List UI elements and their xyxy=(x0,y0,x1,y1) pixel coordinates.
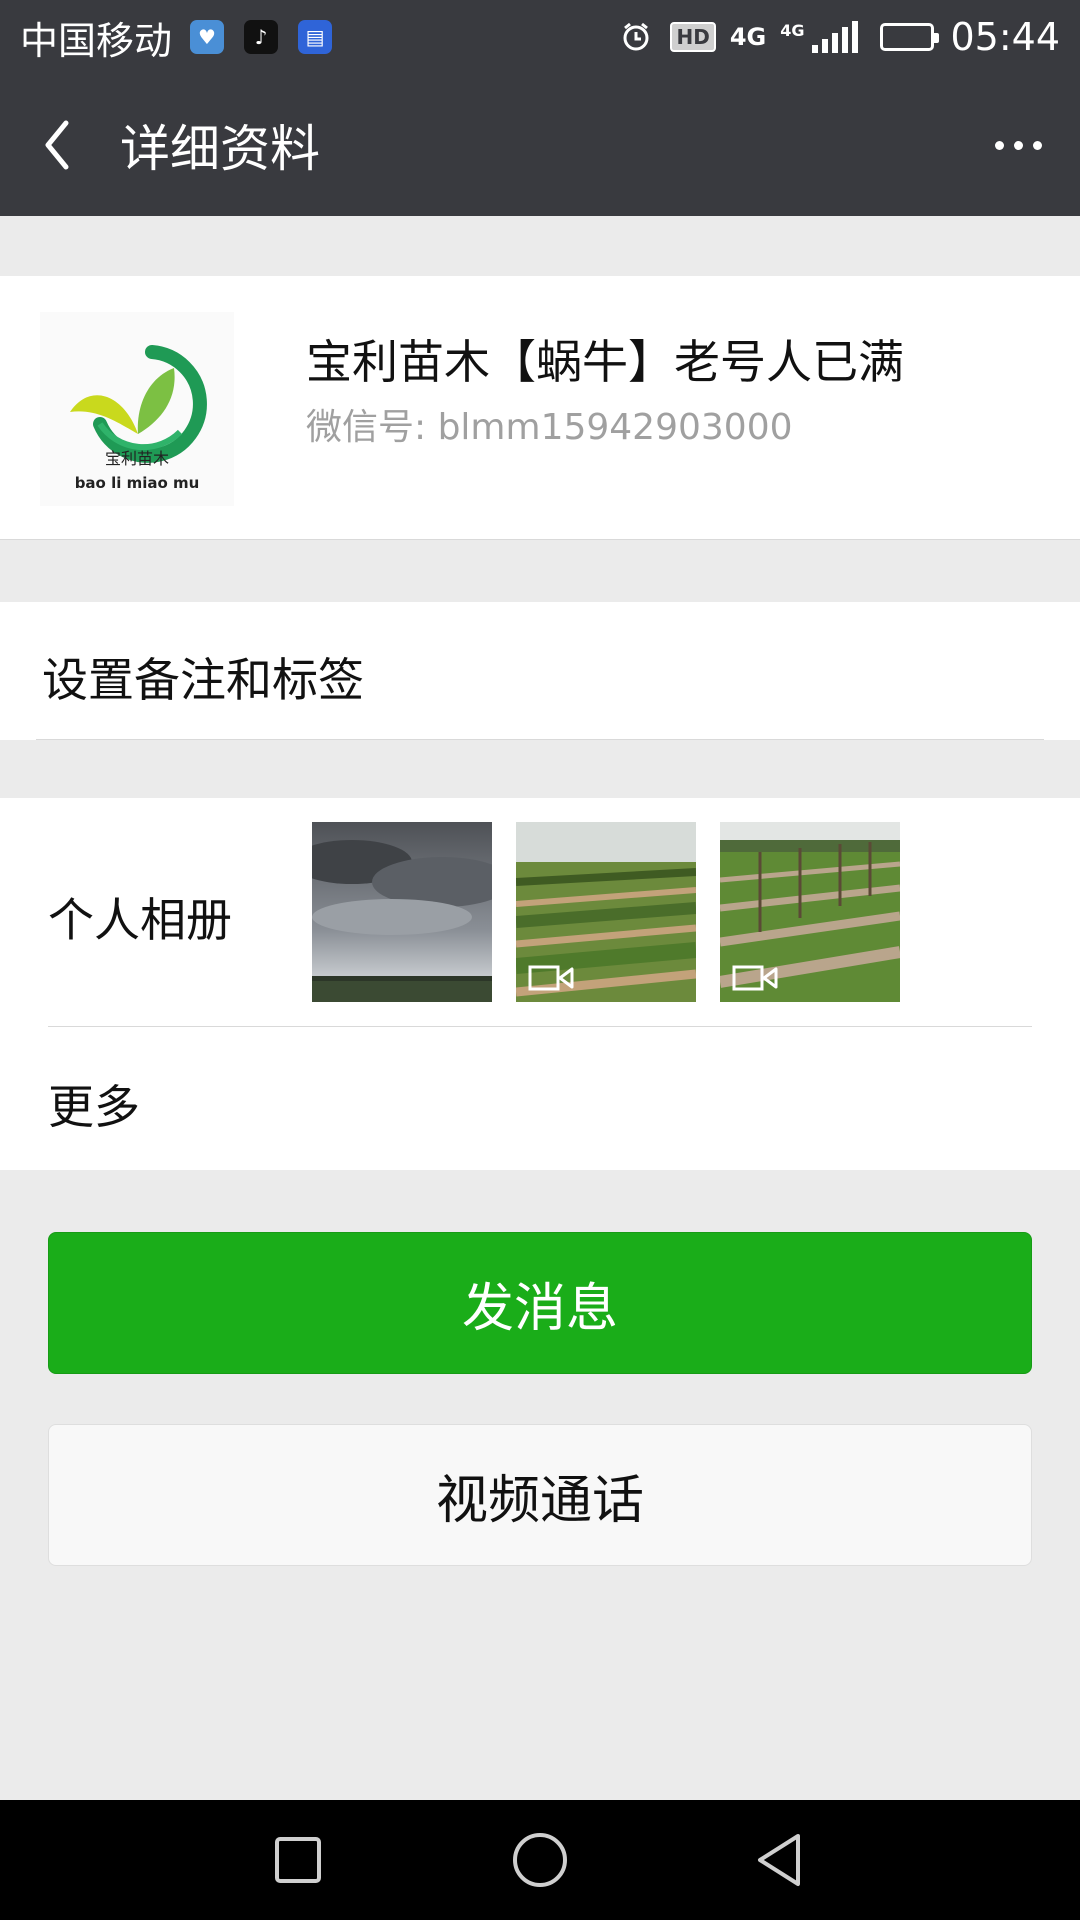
home-button[interactable] xyxy=(500,1830,580,1890)
cloudy-sky-photo xyxy=(312,822,492,1002)
network-4g-small-label: 4G xyxy=(780,21,805,40)
avatar[interactable]: 宝利苗木 bao li miao mu xyxy=(40,312,234,506)
profile-card[interactable]: 宝利苗木 bao li miao mu 宝利苗木【蜗牛】老号人已满 微信号: b… xyxy=(0,276,1080,540)
carrier-label: 中国移动 xyxy=(20,18,173,63)
video-call-button[interactable]: 视频通话 xyxy=(48,1424,1032,1566)
hd-badge: HD xyxy=(670,22,716,52)
recent-apps-icon xyxy=(275,1837,321,1883)
album-section: 个人相册 更多 xyxy=(0,798,1080,1170)
status-right: HD 4G 4G 05:44 xyxy=(602,15,1060,59)
logo-leaf-icon: 宝利苗木 bao li miao mu xyxy=(40,312,234,506)
album-thumbnail-3[interactable] xyxy=(720,822,900,1002)
tiktok-app-icon: ♪ xyxy=(244,20,279,54)
network-4g-label: 4G xyxy=(729,23,767,51)
status-bar: 中国移动 ♥ ♪ ▤ HD 4G 4G 05:44 xyxy=(0,0,1080,74)
title-bar: 详细资料 xyxy=(0,74,1080,216)
album-thumbnail-1[interactable] xyxy=(312,822,492,1002)
more-label: 更多 xyxy=(48,1080,140,1134)
album-thumbnail-2[interactable] xyxy=(516,822,696,1002)
remark-label: 设置备注和标签 xyxy=(42,653,364,707)
signal-strength-icon xyxy=(812,21,859,53)
avatar-en-text: bao li miao mu xyxy=(75,474,200,492)
nav-back-button[interactable] xyxy=(740,1830,820,1890)
video-camera-icon xyxy=(528,965,574,991)
home-icon xyxy=(513,1833,567,1887)
profile-name: 宝利苗木【蜗牛】老号人已满 xyxy=(306,335,904,389)
recent-apps-button[interactable] xyxy=(258,1830,338,1890)
system-nav-bar xyxy=(0,1800,1080,1920)
divider xyxy=(36,739,1044,740)
status-left: 中国移动 ♥ ♪ ▤ xyxy=(20,10,352,65)
wechat-id: 微信号: blmm15942903000 xyxy=(306,407,793,448)
battery-icon xyxy=(880,23,940,51)
more-dots-icon xyxy=(994,140,1004,150)
messages-app-icon: ▤ xyxy=(298,20,333,54)
avatar-cn-text: 宝利苗木 xyxy=(105,449,169,468)
clock-label: 05:44 xyxy=(950,15,1060,59)
health-app-icon: ♥ xyxy=(190,20,225,54)
alarm-icon xyxy=(620,21,652,53)
back-triangle-icon xyxy=(758,1834,800,1886)
remark-row[interactable]: 设置备注和标签 xyxy=(0,602,1080,740)
album-label: 个人相册 xyxy=(48,893,232,947)
page-title: 详细资料 xyxy=(120,120,320,178)
more-dot xyxy=(1013,140,1023,150)
video-camera-icon xyxy=(732,965,778,991)
more-row[interactable]: 更多 xyxy=(0,1027,1080,1170)
send-message-button[interactable]: 发消息 xyxy=(48,1232,1032,1374)
chevron-left-icon xyxy=(45,120,69,170)
more-dot xyxy=(1032,140,1042,150)
back-button[interactable] xyxy=(0,74,116,216)
more-options-button[interactable] xyxy=(978,110,1058,180)
